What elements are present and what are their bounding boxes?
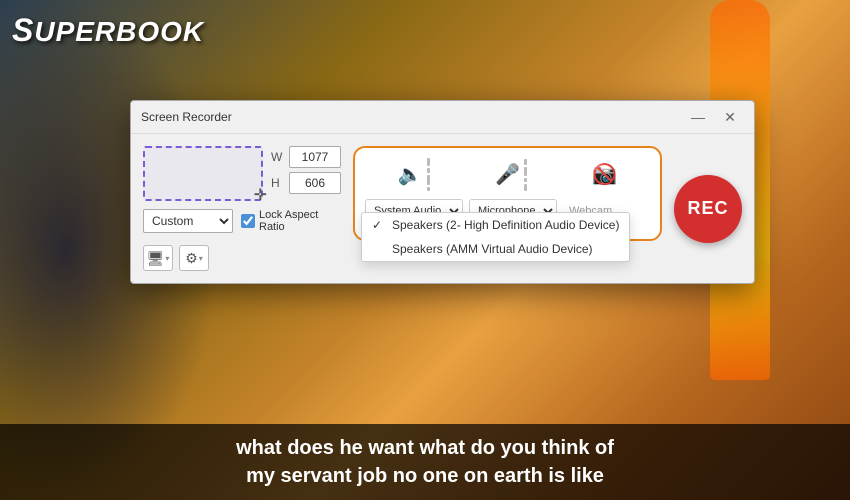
width-input[interactable] bbox=[289, 146, 341, 168]
bottom-icon-buttons: 🖥 ▾ ⚙ ▾ bbox=[143, 245, 341, 271]
dropdown-item-1[interactable]: ✓ Speakers (2- High Definition Audio Dev… bbox=[362, 213, 629, 237]
close-button[interactable]: ✕ bbox=[716, 107, 744, 127]
dialog-title: Screen Recorder bbox=[141, 110, 232, 124]
speaker-icon: 🔈 bbox=[398, 162, 423, 187]
lock-aspect-checkbox[interactable] bbox=[241, 214, 255, 228]
dropdown-arrow-icon: ▾ bbox=[165, 254, 169, 263]
logo-text: S bbox=[12, 12, 34, 48]
screen-capture-button[interactable]: 🖥 ▾ bbox=[143, 245, 173, 271]
dimensions-panel: W H bbox=[271, 146, 341, 194]
device-label-2: Speakers (AMM Virtual Audio Device) bbox=[392, 242, 593, 256]
lock-aspect-panel: Lock Aspect Ratio bbox=[241, 209, 318, 233]
audio-video-panel: 🔈 🎤 bbox=[353, 146, 662, 241]
width-row: W bbox=[271, 146, 341, 168]
subtitle-bar: what does he want what do you think of m… bbox=[0, 424, 850, 500]
screen-recorder-dialog: Screen Recorder — ✕ ✛ W H bbox=[130, 100, 755, 284]
gear-icon: ⚙ bbox=[185, 250, 198, 267]
subtitle-line2: my servant job no one on earth is like bbox=[10, 462, 840, 490]
microphone-icon: 🎤 bbox=[495, 162, 520, 187]
lock-aspect-row: Lock Aspect Ratio bbox=[241, 209, 318, 233]
capture-area-preview: ✛ bbox=[143, 146, 263, 201]
height-input[interactable] bbox=[289, 172, 341, 194]
subtitle-line1: what does he want what do you think of bbox=[10, 434, 840, 462]
app-logo: SUPERBOOK bbox=[12, 12, 204, 49]
webcam-group: 📷🚫 bbox=[592, 158, 617, 191]
height-row: H bbox=[271, 172, 341, 194]
av-icons-row: 🔈 🎤 bbox=[365, 158, 650, 191]
dialog-titlebar: Screen Recorder — ✕ bbox=[131, 101, 754, 134]
minimize-button[interactable]: — bbox=[684, 107, 712, 127]
settings-button[interactable]: ⚙ ▾ bbox=[179, 245, 209, 271]
height-label: H bbox=[271, 176, 285, 190]
dropdown-item-2[interactable]: Speakers (AMM Virtual Audio Device) bbox=[362, 237, 629, 261]
device-label-1: Speakers (2- High Definition Audio Devic… bbox=[392, 218, 619, 232]
dialog-controls: — ✕ bbox=[684, 107, 744, 127]
rec-button[interactable]: REC bbox=[674, 175, 742, 243]
bar6 bbox=[524, 167, 527, 176]
webcam-icon: 📷🚫 bbox=[592, 162, 617, 187]
lock-aspect-label: Lock Aspect Ratio bbox=[259, 209, 318, 233]
bar5 bbox=[524, 159, 527, 165]
audio-device-dropdown: ✓ Speakers (2- High Definition Audio Dev… bbox=[361, 212, 630, 262]
speaker-bars bbox=[427, 158, 430, 191]
left-panel: ✛ W H Custom bbox=[143, 146, 341, 271]
bar8 bbox=[524, 184, 527, 191]
dropdown-arrow-icon2: ▾ bbox=[199, 254, 203, 263]
speaker-group: 🔈 bbox=[398, 158, 430, 191]
cursor-icon: ✛ bbox=[254, 185, 267, 205]
bar2 bbox=[427, 168, 430, 173]
checkmark-icon: ✓ bbox=[372, 218, 386, 232]
mic-group: 🎤 bbox=[495, 158, 527, 191]
dialog-body: ✛ W H Custom bbox=[131, 134, 754, 283]
bar1 bbox=[427, 158, 430, 166]
screen-icon: 🖥 bbox=[147, 250, 165, 267]
bar4 bbox=[427, 187, 430, 191]
bar3 bbox=[427, 175, 430, 185]
width-label: W bbox=[271, 150, 285, 164]
bar7 bbox=[524, 178, 527, 182]
mic-bars bbox=[524, 159, 527, 191]
preset-select[interactable]: Custom bbox=[143, 209, 233, 233]
